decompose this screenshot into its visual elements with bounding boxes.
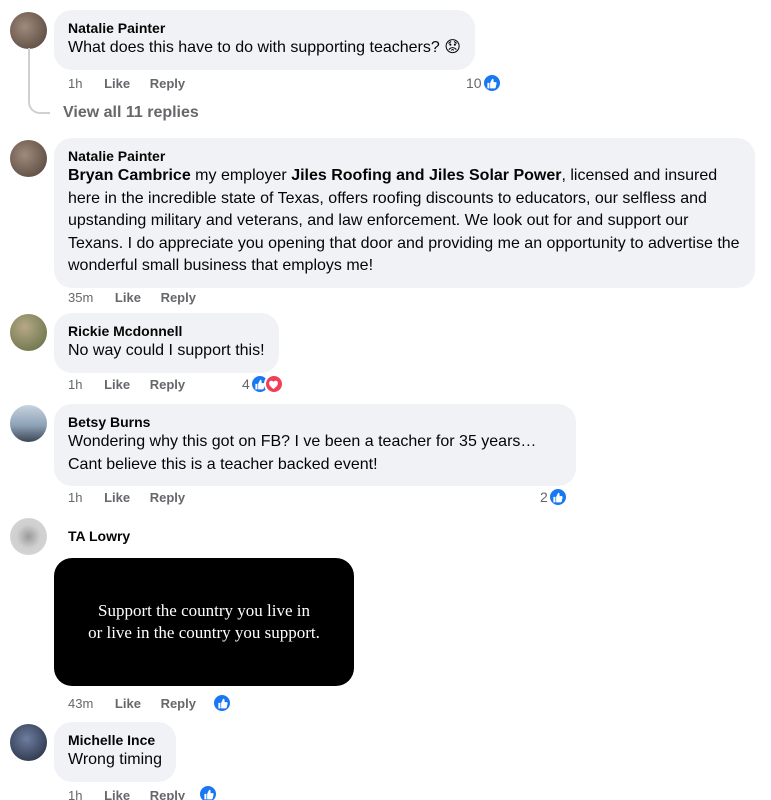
heart-icon bbox=[263, 374, 284, 394]
comment-bubble: Natalie Painter Bryan Cambrice my employ… bbox=[54, 138, 755, 288]
comment-bubble: Michelle Ince Wrong timing bbox=[54, 722, 176, 782]
avatar[interactable] bbox=[10, 12, 47, 49]
comment-timestamp[interactable]: 35m bbox=[68, 290, 93, 306]
reaction-summary[interactable]: 10 bbox=[466, 73, 502, 93]
comment-actions: 1h Like Reply bbox=[68, 490, 185, 506]
like-button[interactable]: Like bbox=[115, 696, 141, 712]
thread-connector bbox=[28, 48, 50, 114]
comment-text: No way could I support this! bbox=[68, 342, 265, 359]
comment-actions: 35m Like Reply bbox=[68, 290, 196, 306]
thumbs-up-icon bbox=[547, 487, 568, 507]
avatar[interactable] bbox=[10, 140, 47, 177]
commenter-name[interactable]: Michelle Ince bbox=[68, 731, 162, 749]
comment-bubble: Rickie Mcdonnell No way could I support … bbox=[54, 313, 279, 373]
like-button[interactable]: Like bbox=[115, 290, 141, 306]
comment-actions: 1h Like Reply bbox=[68, 377, 185, 393]
comment-actions: 1h Like Reply bbox=[68, 788, 185, 800]
reaction-summary[interactable]: 2 bbox=[540, 487, 568, 507]
reply-button[interactable]: Reply bbox=[161, 290, 196, 306]
like-button[interactable]: Like bbox=[104, 490, 130, 506]
reaction-summary[interactable] bbox=[212, 693, 232, 713]
comment-text: Bryan Cambrice my employer Jiles Roofing… bbox=[68, 167, 740, 274]
commenter-name[interactable]: Betsy Burns bbox=[68, 413, 562, 431]
reaction-count: 10 bbox=[466, 75, 482, 91]
comment-text: What does this have to do with supportin… bbox=[68, 39, 461, 56]
commenter-name[interactable]: Natalie Painter bbox=[68, 147, 741, 165]
reply-button[interactable]: Reply bbox=[161, 696, 196, 712]
commenter-name[interactable]: Natalie Painter bbox=[68, 19, 461, 37]
comment-timestamp[interactable]: 1h bbox=[68, 377, 82, 393]
comment-actions: 1h Like Reply bbox=[68, 76, 185, 92]
reply-button[interactable]: Reply bbox=[150, 377, 185, 393]
reaction-summary[interactable] bbox=[198, 784, 218, 800]
thumbs-up-icon bbox=[481, 73, 502, 93]
mention-link[interactable]: Bryan Cambrice bbox=[68, 167, 191, 184]
comment-bubble: Betsy Burns Wondering why this got on FB… bbox=[54, 404, 576, 486]
comment-timestamp[interactable]: 43m bbox=[68, 696, 93, 712]
reaction-summary[interactable]: 4 bbox=[242, 374, 284, 394]
comment-timestamp[interactable]: 1h bbox=[68, 76, 82, 92]
comment-text: Wrong timing bbox=[68, 751, 162, 768]
comment-actions: 43m Like Reply bbox=[68, 696, 196, 712]
commenter-name[interactable]: Rickie Mcdonnell bbox=[68, 322, 265, 340]
comment-timestamp[interactable]: 1h bbox=[68, 490, 82, 506]
like-button[interactable]: Like bbox=[104, 377, 130, 393]
like-button[interactable]: Like bbox=[104, 788, 130, 800]
reaction-count: 4 bbox=[242, 376, 250, 392]
avatar[interactable] bbox=[10, 518, 47, 555]
reply-button[interactable]: Reply bbox=[150, 490, 185, 506]
image-caption: Support the country you live in or live … bbox=[88, 601, 320, 642]
comment-text: Wondering why this got on FB? I ve been … bbox=[68, 433, 537, 473]
comment-timestamp[interactable]: 1h bbox=[68, 788, 82, 800]
thumbs-up-icon bbox=[198, 784, 218, 800]
avatar[interactable] bbox=[10, 314, 47, 351]
avatar[interactable] bbox=[10, 724, 47, 761]
reaction-count: 2 bbox=[540, 489, 548, 505]
avatar[interactable] bbox=[10, 405, 47, 442]
comment-bubble: Natalie Painter What does this have to d… bbox=[54, 10, 475, 70]
company-mention[interactable]: Jiles Roofing and Jiles Solar Power bbox=[291, 167, 561, 184]
reply-button[interactable]: Reply bbox=[150, 76, 185, 92]
comment-image[interactable]: Support the country you live in or live … bbox=[54, 558, 354, 686]
commenter-name[interactable]: TA Lowry bbox=[68, 527, 130, 545]
like-button[interactable]: Like bbox=[104, 76, 130, 92]
view-all-replies-link[interactable]: View all 11 replies bbox=[63, 104, 199, 122]
worried-face-emoji: 😟 bbox=[444, 39, 461, 56]
thumbs-up-icon bbox=[212, 693, 232, 713]
reply-button[interactable]: Reply bbox=[150, 788, 185, 800]
